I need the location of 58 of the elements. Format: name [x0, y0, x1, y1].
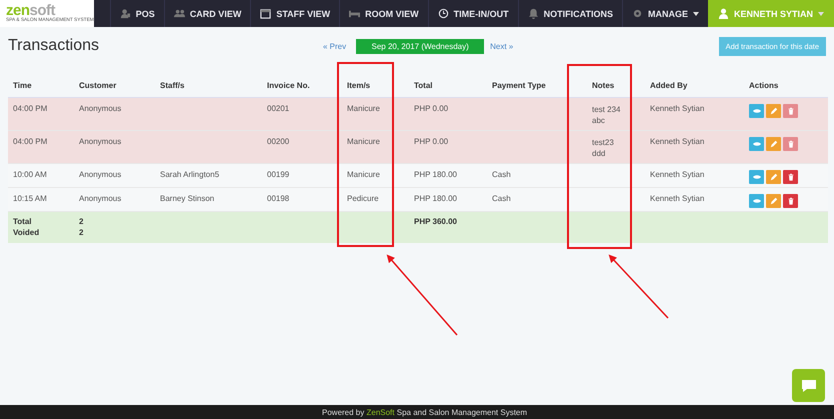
table-cell: Cash	[492, 194, 511, 203]
table-cell: 10:00 AM	[13, 170, 47, 179]
table-cell: Anonymous	[79, 170, 122, 179]
total-label: Total	[13, 216, 33, 227]
column-header: Invoice No.	[267, 80, 310, 90]
footer-text: Powered by ZenSoft Spa and Salon Management System	[322, 408, 528, 416]
column-header: Notes	[592, 80, 614, 90]
nav-item[interactable]: ROOM VIEW	[339, 0, 428, 27]
column-header: Actions	[749, 80, 778, 90]
table-cell: Manicure	[347, 137, 380, 146]
table-cell: 04:00 PM	[13, 104, 48, 113]
page-title: Transactions	[8, 37, 100, 55]
table-cell: 00200	[267, 137, 290, 146]
table-cell: Kenneth Sytian	[650, 194, 704, 203]
table-cell: Sarah Arlington5	[160, 170, 220, 179]
table-cell: Manicure	[347, 104, 380, 113]
table-cell: Kenneth Sytian	[650, 137, 704, 146]
table-cell: PHP 180.00	[414, 194, 457, 203]
column-header: Total	[414, 80, 433, 90]
table-cell: Cash	[492, 170, 511, 179]
table-cell: 00198	[267, 194, 290, 203]
table-cell: 00199	[267, 170, 290, 179]
table-cell: Kenneth Sytian	[650, 104, 704, 113]
table-cell: Anonymous	[79, 104, 122, 113]
table-cell: PHP 180.00	[414, 170, 457, 179]
column-header: Time	[13, 80, 32, 90]
voided-label: Voided	[13, 227, 40, 238]
column-header: Staff/s	[160, 80, 184, 90]
total-count: 2	[79, 216, 84, 227]
nav-item[interactable]: STAFF VIEW	[250, 0, 340, 27]
table-cell: Manicure	[347, 170, 380, 179]
table-cell: PHP 0.00	[414, 104, 448, 113]
table-cell: Kenneth Sytian	[650, 170, 704, 179]
column-header: Item/s	[347, 80, 370, 90]
note-line: abc	[592, 115, 606, 126]
prev-link[interactable]: « Prev	[323, 42, 346, 50]
column-header: Payment Type	[492, 80, 546, 90]
table-cell: Pedicure	[347, 194, 379, 203]
table-cell: 04:00 PM	[13, 137, 48, 146]
voided-count: 2	[79, 227, 84, 238]
table-cell: PHP 0.00	[414, 137, 448, 146]
table-cell: Anonymous	[79, 137, 122, 146]
nav-item[interactable]: POS	[110, 0, 164, 27]
date-label: Sep 20, 2017 (Wednesday)	[356, 38, 484, 54]
note-line: ddd	[592, 148, 606, 159]
total-amount: PHP 360.00	[414, 217, 457, 226]
nav-item[interactable]: NOTIFICATIONS	[518, 0, 622, 27]
nav-item[interactable]: CARD VIEW	[164, 0, 250, 27]
table-cell: 10:15 AM	[13, 194, 47, 203]
table-cell: Barney Stinson	[160, 194, 214, 203]
table-cell: 00201	[267, 104, 290, 113]
column-header: Customer	[79, 80, 116, 90]
nav-item[interactable]: TIME-IN/OUT	[428, 0, 518, 27]
next-link[interactable]: Next »	[490, 42, 514, 50]
note-line: test23	[592, 137, 615, 148]
note-line: test 234	[592, 104, 622, 115]
column-header: Added By	[650, 80, 688, 90]
table-cell: Anonymous	[79, 194, 122, 203]
